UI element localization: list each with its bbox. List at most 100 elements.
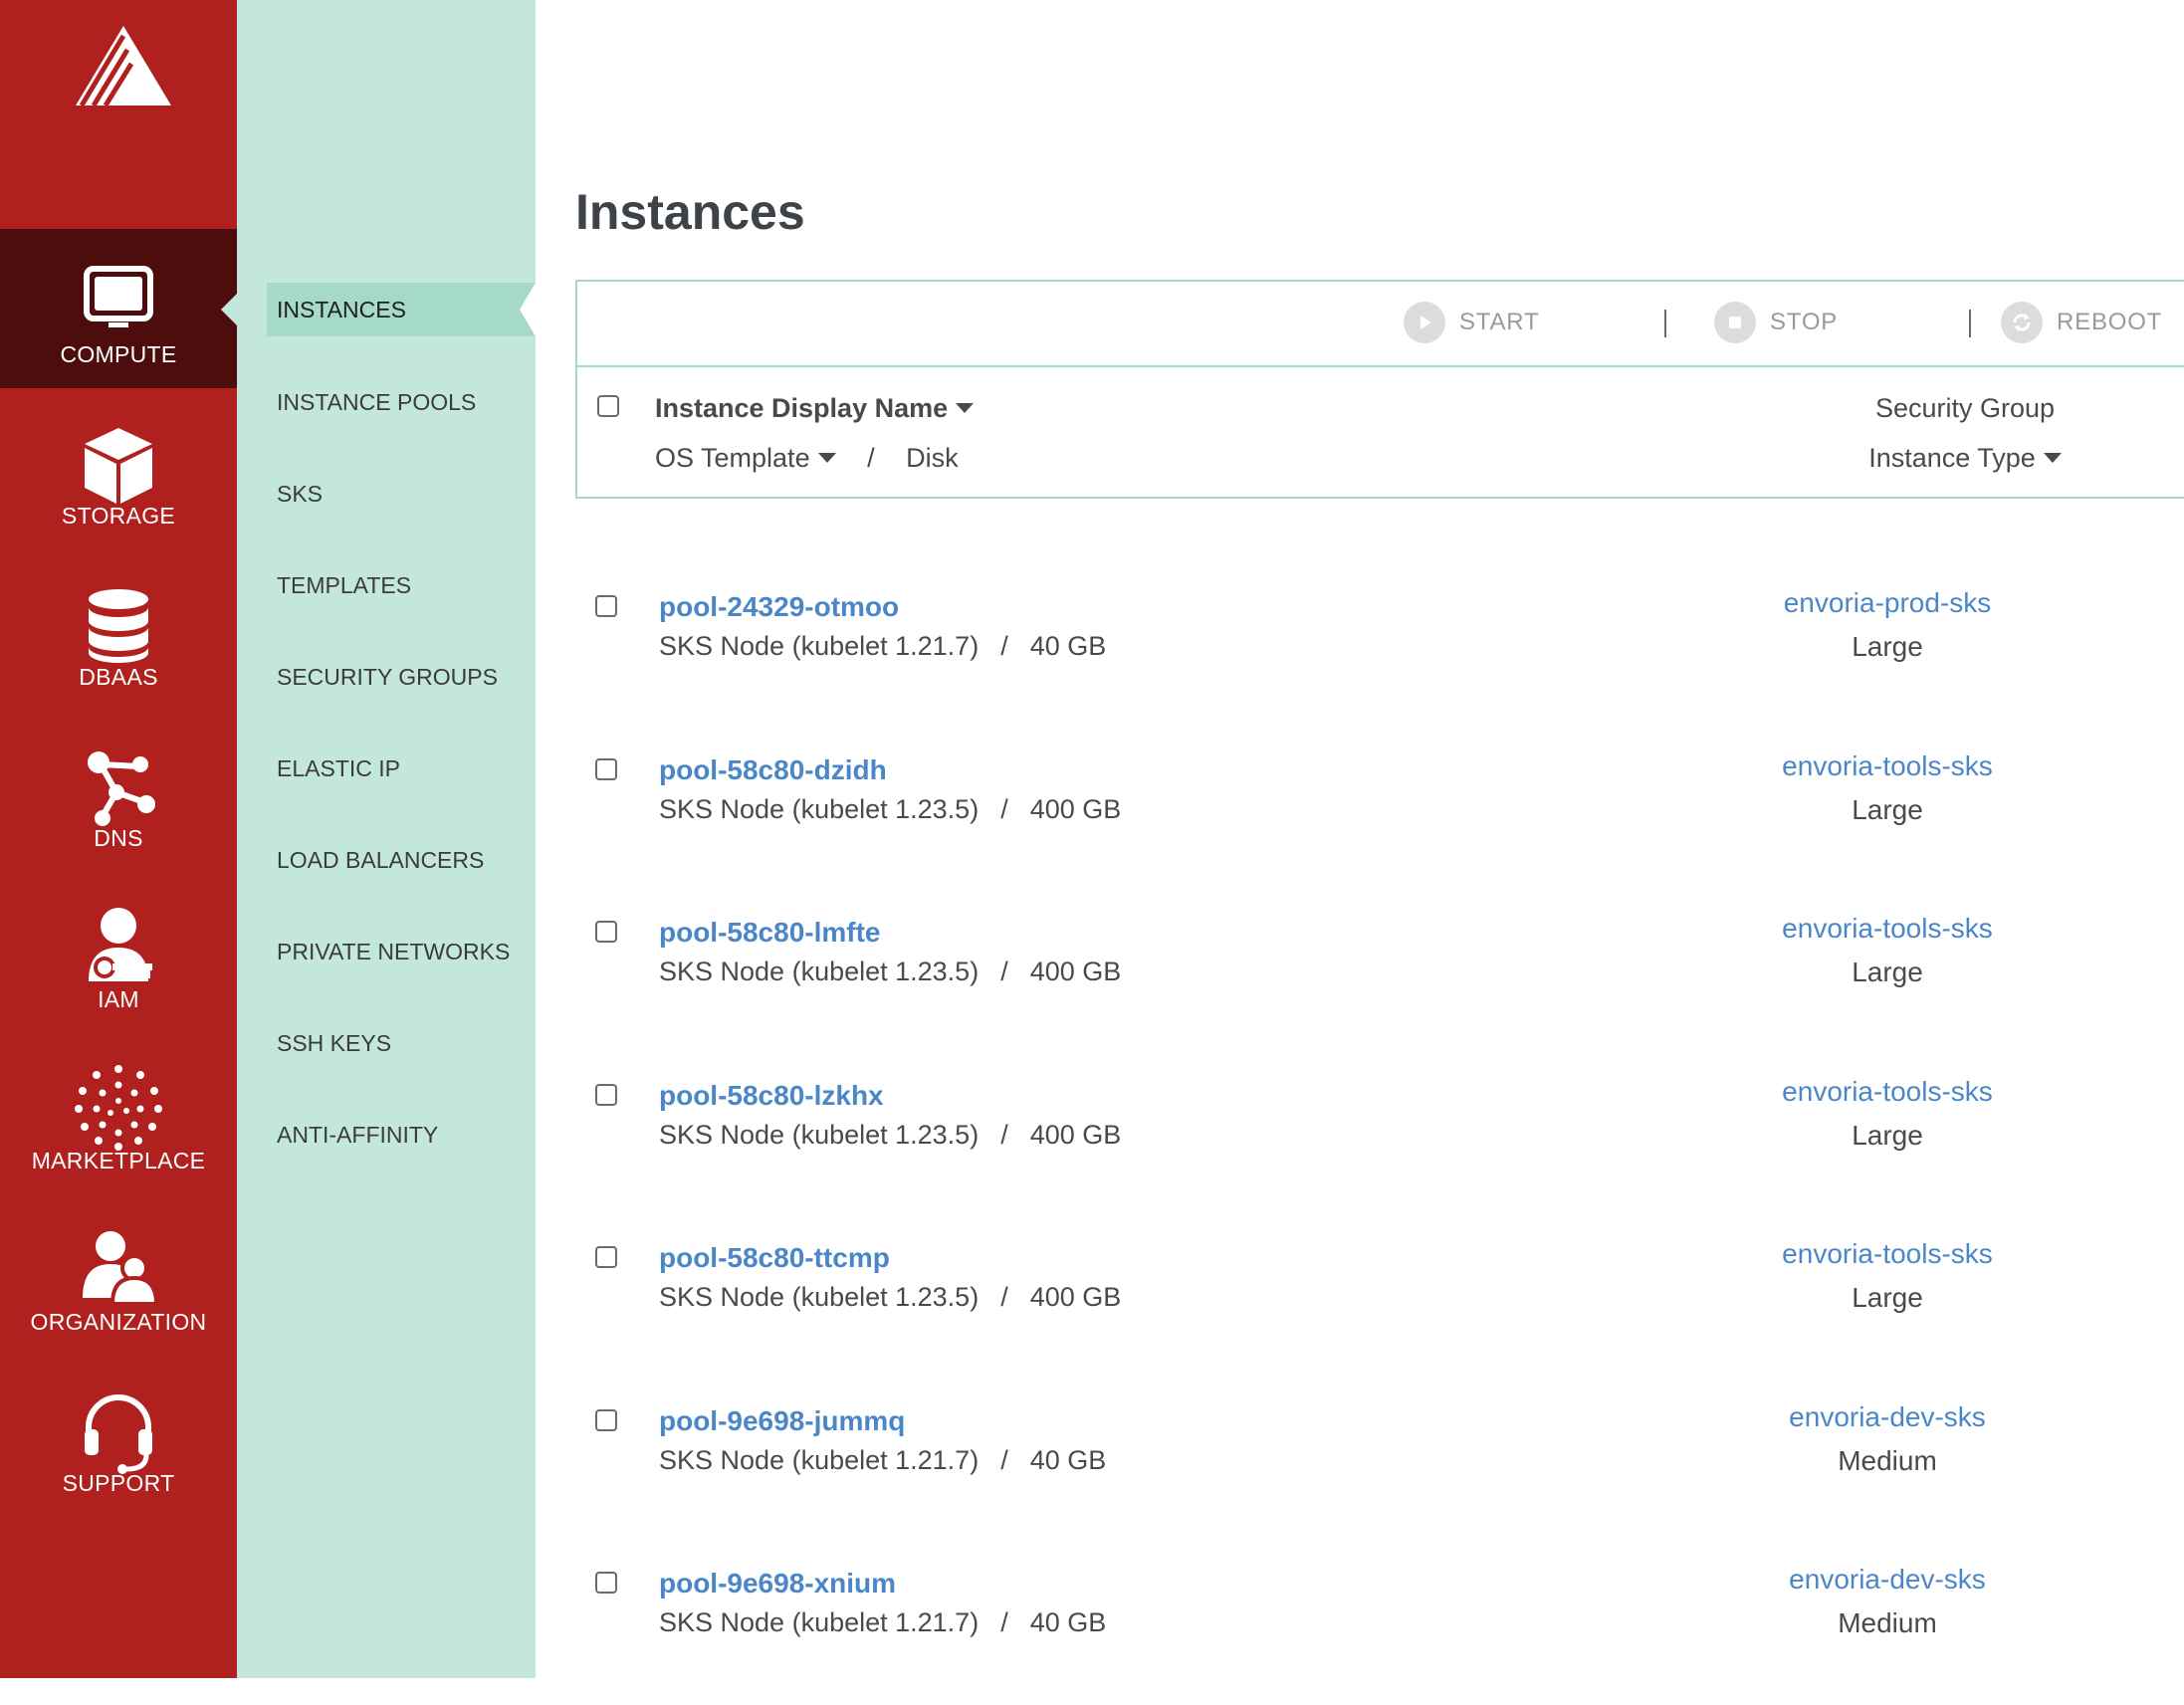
rail-item-dns[interactable]: DNS — [0, 713, 237, 872]
header-os-disk: OS Template / Disk — [655, 443, 959, 474]
rail-item-compute[interactable]: COMPUTE — [0, 229, 237, 388]
security-group-link[interactable]: envoria-prod-sks — [1688, 587, 2086, 619]
instance-template-disk: SKS Node (kubelet 1.23.5) / 400 GB — [659, 794, 1121, 825]
instance-name-link[interactable]: pool-9e698-jummq — [659, 1405, 905, 1437]
rail-item-storage[interactable]: STORAGE — [0, 390, 237, 549]
compute-subnav: INSTANCES INSTANCE POOLS SKS TEMPLATES S… — [237, 0, 536, 1678]
subnav-item-anti-affinity[interactable]: ANTI-AFFINITY — [267, 1108, 536, 1162]
disk-value: 400 GB — [1029, 957, 1122, 986]
instance-name-link[interactable]: pool-58c80-dzidh — [659, 754, 887, 786]
start-button[interactable]: START — [1404, 300, 1539, 345]
subnav-item-private-networks[interactable]: PRIVATE NETWORKS — [267, 925, 536, 978]
rail-item-label: ORGANIZATION — [30, 1309, 207, 1335]
subnav-item-load-balancers[interactable]: LOAD BALANCERS — [267, 833, 536, 887]
table-row: pool-9e698-xnium SKS Node (kubelet 1.21.… — [536, 1542, 2184, 1705]
play-icon — [1404, 302, 1445, 343]
disk-value: 40 GB — [1029, 1444, 1107, 1475]
instance-type-value: Medium — [1838, 1607, 1937, 1638]
slash-separator: / — [1000, 793, 1008, 824]
os-template-value: SKS Node (kubelet 1.21.7) — [659, 1444, 980, 1475]
instance-type-value: Large — [1852, 1119, 1923, 1151]
instance-name-link[interactable]: pool-58c80-lmfte — [659, 917, 881, 949]
cube-icon — [85, 428, 152, 504]
header-security-group: Security Group — [1874, 393, 2056, 423]
rail-item-marketplace[interactable]: MARKETPLACE — [0, 1035, 237, 1194]
table-row: pool-58c80-dzidh SKS Node (kubelet 1.23.… — [536, 729, 2184, 892]
instance-template-disk: SKS Node (kubelet 1.23.5) / 400 GB — [659, 1120, 1121, 1151]
disk-value: 400 GB — [1029, 1282, 1122, 1312]
reboot-button[interactable]: REBOOT — [2001, 300, 2162, 345]
instance-template-disk: SKS Node (kubelet 1.21.7) / 40 GB — [659, 1445, 1106, 1476]
rail-item-iam[interactable]: IAM — [0, 874, 237, 1033]
security-group-link[interactable]: envoria-dev-sks — [1688, 1401, 2086, 1433]
instance-name-link[interactable]: pool-58c80-ttcmp — [659, 1242, 890, 1274]
disk-value: 40 GB — [1029, 1607, 1107, 1637]
os-template-value: SKS Node (kubelet 1.23.5) — [659, 1282, 980, 1312]
row-checkbox[interactable] — [595, 921, 617, 943]
row-checkbox[interactable] — [595, 757, 617, 780]
os-template-value: SKS Node (kubelet 1.21.7) — [659, 631, 980, 661]
instance-name-link[interactable]: pool-58c80-lzkhx — [659, 1080, 884, 1112]
table-row: pool-58c80-ttcmp SKS Node (kubelet 1.23.… — [536, 1216, 2184, 1380]
instance-template-disk: SKS Node (kubelet 1.23.5) / 400 GB — [659, 1282, 1121, 1313]
subnav-item-elastic-ip[interactable]: ELASTIC IP — [267, 742, 536, 795]
sort-instance-display-name[interactable]: Instance Display Name — [655, 393, 975, 424]
instance-name-link[interactable]: pool-9e698-xnium — [659, 1568, 896, 1599]
instance-type-value: Large — [1852, 1282, 1923, 1313]
header-name-label: Instance Display Name — [655, 393, 949, 423]
header-slash: / — [867, 443, 875, 473]
subnav-active-pointer — [520, 283, 536, 336]
row-checkbox[interactable] — [595, 1572, 617, 1594]
subnav-item-instances[interactable]: INSTANCES — [267, 283, 536, 336]
os-template-value: SKS Node (kubelet 1.23.5) — [659, 793, 980, 824]
rail-item-support[interactable]: SUPPORT — [0, 1358, 237, 1517]
subnav-item-templates[interactable]: TEMPLATES — [267, 558, 536, 612]
instance-template-disk: SKS Node (kubelet 1.23.5) / 400 GB — [659, 957, 1121, 987]
instance-name-link[interactable]: pool-24329-otmoo — [659, 591, 899, 623]
security-group-link[interactable]: envoria-tools-sks — [1688, 750, 2086, 782]
rail-item-label: SUPPORT — [62, 1470, 175, 1496]
os-template-value: SKS Node (kubelet 1.23.5) — [659, 957, 980, 986]
instance-type-value: Large — [1852, 631, 1923, 662]
rail-item-organization[interactable]: ORGANIZATION — [0, 1196, 237, 1356]
slash-separator: / — [1000, 1607, 1008, 1637]
select-all-checkbox[interactable] — [597, 395, 619, 417]
page-title: Instances — [575, 184, 805, 240]
table-row: pool-9e698-jummq SKS Node (kubelet 1.21.… — [536, 1380, 2184, 1543]
os-template-value: SKS Node (kubelet 1.21.7) — [659, 1607, 980, 1637]
logo-icon[interactable] — [62, 26, 171, 106]
row-checkbox[interactable] — [595, 595, 617, 617]
security-group-link[interactable]: envoria-dev-sks — [1688, 1564, 2086, 1596]
header-instance-type-label: Instance Type — [1868, 443, 2036, 473]
subnav-item-instance-pools[interactable]: INSTANCE POOLS — [267, 375, 536, 429]
subnav-item-ssh-keys[interactable]: SSH KEYS — [267, 1016, 536, 1070]
security-group-link[interactable]: envoria-tools-sks — [1688, 1076, 2086, 1108]
disk-value: 40 GB — [1029, 631, 1107, 661]
rail-item-label: DNS — [94, 825, 143, 851]
security-group-link[interactable]: envoria-tools-sks — [1688, 1238, 2086, 1270]
user-key-icon — [89, 908, 152, 981]
subnav-item-security-groups[interactable]: SECURITY GROUPS — [267, 650, 536, 704]
instance-type-value: Medium — [1838, 1444, 1937, 1476]
reboot-label: REBOOT — [2057, 309, 2163, 335]
row-checkbox[interactable] — [595, 1083, 617, 1106]
rail-item-label: COMPUTE — [60, 341, 177, 367]
toolbar-divider — [1664, 310, 1666, 337]
rail-item-label: IAM — [98, 986, 139, 1012]
instance-type-value: Large — [1852, 793, 1923, 825]
security-group-link[interactable]: envoria-tools-sks — [1688, 913, 2086, 945]
row-checkbox[interactable] — [595, 1246, 617, 1268]
refresh-icon — [2001, 302, 2043, 343]
os-template-value: SKS Node (kubelet 1.23.5) — [659, 1119, 980, 1150]
slash-separator: / — [1000, 1119, 1008, 1150]
rail-item-dbaas[interactable]: DBAAS — [0, 551, 237, 711]
sort-os-template[interactable]: OS Template — [655, 443, 836, 473]
rail-item-label: DBAAS — [79, 664, 158, 690]
stop-button[interactable]: STOP — [1714, 300, 1838, 345]
row-checkbox[interactable] — [595, 1408, 617, 1431]
slash-separator: / — [1000, 957, 1008, 986]
sort-instance-type[interactable]: Instance Type — [1766, 443, 2164, 474]
subnav-item-sks[interactable]: SKS — [267, 467, 536, 521]
dots-circle-icon — [75, 1065, 162, 1151]
monitor-icon — [84, 266, 153, 327]
